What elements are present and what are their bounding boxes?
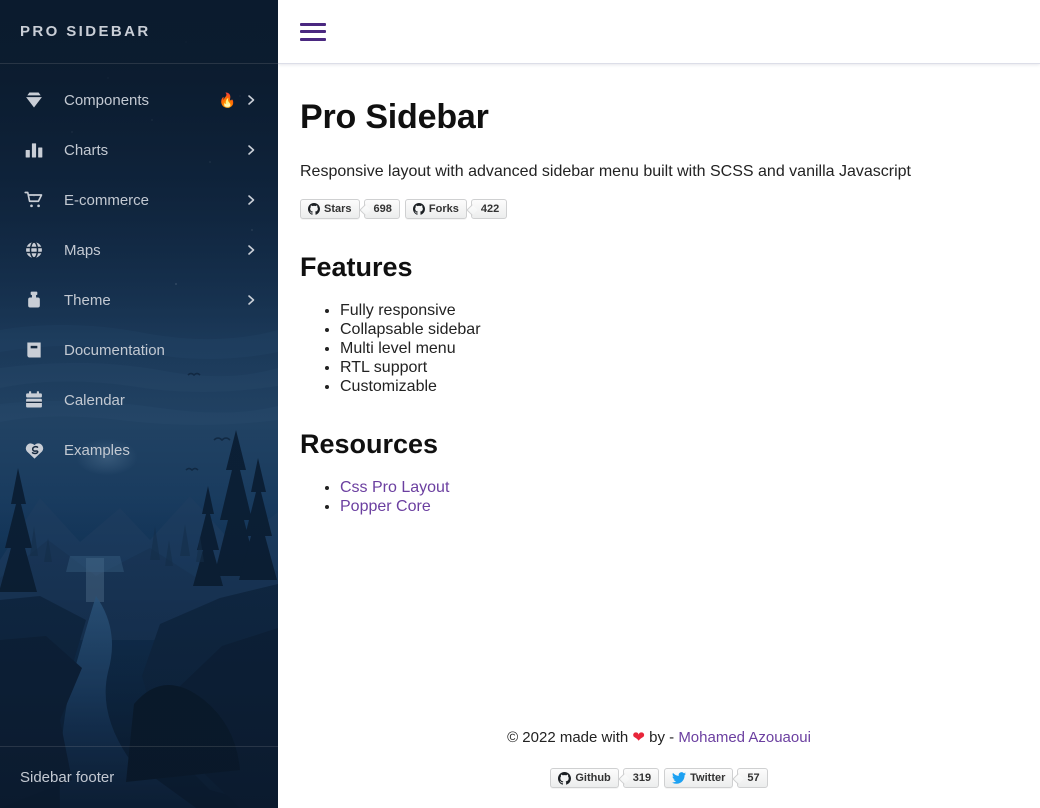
book-icon bbox=[22, 338, 46, 362]
features-heading: Features bbox=[300, 252, 413, 282]
fire-badge-icon: 🔥 bbox=[218, 92, 236, 108]
resources-list: Css Pro Layout Popper Core bbox=[300, 478, 1018, 516]
twitter-follow-badge[interactable]: Twitter 57 bbox=[664, 768, 768, 788]
github-icon bbox=[412, 203, 425, 215]
stars-badge-label: Stars bbox=[324, 202, 352, 215]
list-item: Collapsable sidebar bbox=[340, 320, 1018, 339]
hamburger-icon[interactable] bbox=[300, 21, 326, 43]
service-icon bbox=[22, 438, 46, 462]
forks-badge-label: Forks bbox=[428, 202, 459, 215]
forks-badge-value: 422 bbox=[470, 199, 508, 219]
heart-icon: ❤ bbox=[632, 729, 645, 746]
resource-link-css-pro-layout[interactable]: Css Pro Layout bbox=[340, 479, 449, 496]
globe-icon bbox=[22, 238, 46, 262]
sidebar-item-documentation[interactable]: Documentation bbox=[0, 325, 278, 375]
list-item: Css Pro Layout bbox=[340, 478, 1018, 497]
sidebar-item-examples[interactable]: Examples bbox=[0, 425, 278, 475]
github-follow-badge[interactable]: Github 319 bbox=[550, 768, 660, 788]
sidebar-item-e-commerce[interactable]: E-commerce bbox=[0, 175, 278, 225]
page-content: Pro Sidebar Responsive layout with advan… bbox=[278, 64, 1040, 728]
stars-badge-value: 698 bbox=[363, 199, 400, 219]
list-item: Multi level menu bbox=[340, 339, 1018, 358]
github-badge-value: 319 bbox=[622, 768, 660, 788]
chevron-right-icon bbox=[244, 243, 258, 257]
calendar-icon bbox=[22, 388, 46, 412]
list-item: RTL support bbox=[340, 358, 1018, 377]
sidebar-item-label: Charts bbox=[64, 141, 109, 159]
list-item: Fully responsive bbox=[340, 301, 1018, 320]
ink-bottle-icon bbox=[22, 288, 46, 312]
sidebar-item-label: Components bbox=[64, 91, 150, 109]
chevron-right-icon bbox=[244, 93, 258, 107]
chevron-right-icon bbox=[244, 193, 258, 207]
sidebar-item-charts[interactable]: Charts bbox=[0, 125, 278, 175]
sidebar-item-maps[interactable]: Maps bbox=[0, 225, 278, 275]
footer-copyright-text: © 2022 made with bbox=[507, 729, 629, 746]
sidebar-header: PRO SIDEBAR bbox=[0, 0, 278, 64]
sidebar-menu: Components 🔥 Charts E-commerce Maps Them… bbox=[0, 64, 278, 746]
list-item: Popper Core bbox=[340, 497, 1018, 516]
sidebar-item-label: Calendar bbox=[64, 391, 125, 409]
sidebar-item-label: Theme bbox=[64, 291, 111, 309]
chevron-right-icon bbox=[244, 293, 258, 307]
sidebar-item-label: Examples bbox=[64, 441, 130, 459]
footer-social-badges: Github 319 Twitter 57 bbox=[300, 768, 1018, 788]
stars-badge[interactable]: Stars 698 bbox=[300, 199, 400, 219]
page-subtitle: Responsive layout with advanced sidebar … bbox=[300, 163, 911, 180]
forks-badge[interactable]: Forks 422 bbox=[404, 199, 508, 219]
stats-badges: Stars 698 Forks 422 bbox=[300, 199, 1018, 219]
github-icon bbox=[308, 203, 320, 215]
chevron-right-icon bbox=[244, 143, 258, 157]
twitter-badge-value: 57 bbox=[737, 768, 768, 788]
features-list: Fully responsive Collapsable sidebar Mul… bbox=[300, 301, 1018, 396]
sidebar-footer-label: Sidebar footer bbox=[20, 769, 115, 786]
github-icon bbox=[558, 771, 572, 785]
footer-author-link[interactable]: Mohamed Azouaoui bbox=[678, 729, 811, 746]
footer-by-text: by - bbox=[649, 729, 675, 746]
footer-credit: © 2022 made with ❤ by - Mohamed Azouaoui bbox=[300, 728, 1018, 746]
sidebar-item-theme[interactable]: Theme bbox=[0, 275, 278, 325]
sidebar-brand: PRO SIDEBAR bbox=[20, 23, 151, 40]
github-badge-label: Github bbox=[575, 771, 611, 784]
main-area: Pro Sidebar Responsive layout with advan… bbox=[278, 0, 1040, 808]
app-root: PRO SIDEBAR Components 🔥 Charts E-commer… bbox=[0, 0, 1040, 808]
sidebar-footer: Sidebar footer bbox=[0, 746, 278, 808]
sidebar-item-label: Documentation bbox=[64, 341, 165, 359]
sidebar-item-label: E-commerce bbox=[64, 191, 150, 209]
sidebar-item-calendar[interactable]: Calendar bbox=[0, 375, 278, 425]
page-title: Pro Sidebar bbox=[300, 98, 489, 136]
top-header bbox=[278, 0, 1040, 64]
list-item: Customizable bbox=[340, 377, 1018, 396]
sidebar: PRO SIDEBAR Components 🔥 Charts E-commer… bbox=[0, 0, 278, 808]
gem-icon bbox=[22, 88, 46, 112]
twitter-badge-label: Twitter bbox=[690, 771, 726, 784]
resource-link-popper-core[interactable]: Popper Core bbox=[340, 498, 431, 515]
shopping-cart-icon bbox=[22, 188, 46, 212]
sidebar-item-components[interactable]: Components 🔥 bbox=[0, 75, 278, 125]
page-footer: © 2022 made with ❤ by - Mohamed Azouaoui… bbox=[278, 728, 1040, 808]
bar-chart-icon bbox=[22, 138, 46, 162]
twitter-icon bbox=[672, 771, 687, 785]
resources-heading: Resources bbox=[300, 429, 439, 459]
sidebar-item-label: Maps bbox=[64, 241, 101, 259]
